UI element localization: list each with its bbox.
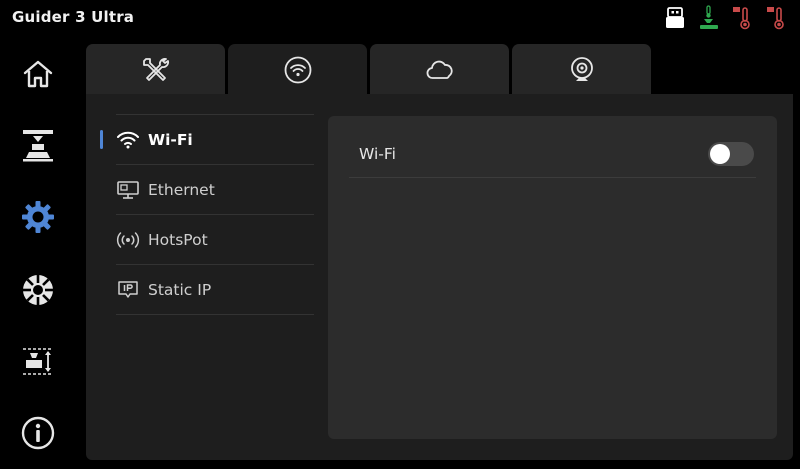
subnav-item-static-ip[interactable]: Static IP <box>116 265 314 315</box>
status-bar <box>664 4 788 32</box>
active-indicator <box>100 130 103 149</box>
sidebar-item-calibration[interactable] <box>18 341 58 381</box>
wifi-toggle-row: Wi-Fi <box>349 130 756 178</box>
nozzle-temperature-icon[interactable] <box>698 5 720 31</box>
sidebar-item-info[interactable] <box>18 413 58 453</box>
wifi-icon <box>117 131 139 148</box>
wifi-icon <box>284 56 311 83</box>
static-ip-icon <box>118 280 138 298</box>
tab-cloud[interactable] <box>370 44 509 95</box>
subnav-label-static-ip: Static IP <box>148 280 212 299</box>
subnav-label-ethernet: Ethernet <box>148 180 215 199</box>
sidebar <box>0 45 78 469</box>
network-subnav: Wi-Fi Ethernet HotsPot Static IP <box>100 114 314 315</box>
tab-network[interactable] <box>228 44 367 95</box>
subnav-label-wifi: Wi-Fi <box>148 130 193 149</box>
gear-icon <box>22 201 54 233</box>
home-icon <box>23 60 53 88</box>
tools-icon <box>142 57 169 81</box>
wifi-label: Wi-Fi <box>359 144 396 163</box>
tab-tools[interactable] <box>86 44 225 95</box>
chamber-temperature-icon[interactable] <box>766 5 788 31</box>
sidebar-item-settings[interactable] <box>18 197 58 237</box>
subnav-label-hotspot: HotsPot <box>148 230 208 249</box>
subnav-item-ethernet[interactable]: Ethernet <box>116 165 314 215</box>
usb-drive-icon[interactable] <box>664 5 686 31</box>
calibration-icon <box>23 348 53 375</box>
filament-spool-icon <box>23 275 53 305</box>
cloud-icon <box>426 60 453 79</box>
wifi-settings-card: Wi-Fi <box>328 116 777 439</box>
hotspot-icon <box>116 231 140 248</box>
sidebar-item-print[interactable] <box>18 125 58 165</box>
tab-camera[interactable] <box>512 44 651 95</box>
app-title: Guider 3 Ultra <box>12 8 135 26</box>
settings-panel: Wi-Fi Ethernet HotsPot Static IP Wi-Fi <box>86 94 793 460</box>
subnav-item-wifi[interactable]: Wi-Fi <box>100 115 314 165</box>
toggle-knob <box>710 143 730 164</box>
ethernet-icon <box>117 180 139 199</box>
print-job-icon <box>23 130 53 162</box>
sidebar-item-home[interactable] <box>18 54 58 94</box>
info-icon <box>21 416 55 450</box>
camera-icon <box>570 56 593 81</box>
sidebar-item-filament[interactable] <box>18 270 58 310</box>
wifi-toggle[interactable] <box>708 141 754 166</box>
subnav-item-hotspot[interactable]: HotsPot <box>116 215 314 265</box>
bed-temperature-icon[interactable] <box>732 5 754 31</box>
